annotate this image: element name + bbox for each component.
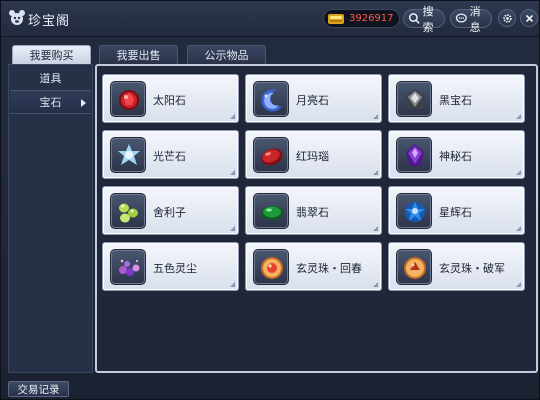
spirit-orb-breaker-icon bbox=[404, 257, 426, 279]
item-card-star-stone[interactable]: 星辉石 bbox=[388, 186, 525, 235]
item-name: 五色灵尘 bbox=[153, 262, 197, 275]
item-icon-frame bbox=[253, 137, 289, 173]
item-card-radiance-stone[interactable]: 光芒石 bbox=[102, 130, 239, 179]
sarira-icon bbox=[119, 203, 138, 223]
sidebar-item-label: 宝石 bbox=[39, 96, 62, 109]
item-name: 黑宝石 bbox=[439, 94, 472, 107]
item-icon-frame bbox=[396, 81, 432, 117]
item-icon-frame bbox=[110, 81, 146, 117]
corner-mark-icon bbox=[373, 170, 378, 175]
search-icon bbox=[408, 13, 420, 24]
corner-mark-icon bbox=[373, 226, 378, 231]
moon-stone-icon bbox=[261, 89, 282, 112]
item-grid-panel: 太阳石 月亮石 黑宝石 光芒石 红玛瑙 神秘石 舍利子 翡翠石 星辉石 五色灵尘… bbox=[95, 64, 538, 373]
sidebar-item-props[interactable]: 道具 bbox=[10, 66, 91, 90]
item-name: 星辉石 bbox=[439, 206, 472, 219]
window-title: 珍宝阁 bbox=[28, 14, 71, 29]
tab-sell[interactable]: 我要出售 bbox=[99, 45, 178, 64]
treasure-pavilion-window: 珍宝阁 3926917 搜索 消息 我要购买 我要出售 公示物品 道具 宝石 太… bbox=[0, 0, 540, 400]
item-icon-frame bbox=[110, 137, 146, 173]
tab-public-items[interactable]: 公示物品 bbox=[187, 45, 266, 64]
item-name: 玄灵珠・回春 bbox=[296, 262, 362, 275]
star-stone-icon bbox=[405, 202, 425, 222]
gear-icon bbox=[502, 13, 512, 23]
corner-mark-icon bbox=[516, 170, 521, 175]
item-icon-frame bbox=[253, 193, 289, 229]
five-color-dust-icon bbox=[119, 259, 140, 276]
item-card-sun-stone[interactable]: 太阳石 bbox=[102, 74, 239, 123]
search-button[interactable]: 搜索 bbox=[403, 5, 445, 34]
title-bar: 珍宝阁 3926917 搜索 消息 bbox=[1, 1, 539, 37]
corner-mark-icon bbox=[373, 114, 378, 119]
item-card-mystery-stone[interactable]: 神秘石 bbox=[388, 130, 525, 179]
item-icon-frame bbox=[396, 249, 432, 285]
close-icon bbox=[525, 14, 533, 22]
item-card-five-color-dust[interactable]: 五色灵尘 bbox=[102, 242, 239, 291]
corner-mark-icon bbox=[230, 282, 235, 287]
corner-mark-icon bbox=[230, 170, 235, 175]
tab-sell-label: 我要出售 bbox=[116, 49, 161, 62]
sun-stone-icon bbox=[119, 90, 139, 110]
corner-mark-icon bbox=[516, 282, 521, 287]
item-card-jade-stone[interactable]: 翡翠石 bbox=[245, 186, 382, 235]
jade-stone-icon bbox=[261, 206, 283, 220]
radiance-stone-icon bbox=[118, 144, 140, 165]
item-card-red-agate[interactable]: 红玛瑙 bbox=[245, 130, 382, 179]
tab-buy-label: 我要购买 bbox=[29, 49, 74, 62]
item-name: 神秘石 bbox=[439, 150, 472, 163]
item-card-moon-stone[interactable]: 月亮石 bbox=[245, 74, 382, 123]
chat-bubble-icon bbox=[455, 13, 467, 23]
item-name: 月亮石 bbox=[296, 94, 329, 107]
item-name: 红玛瑙 bbox=[296, 150, 329, 163]
mystery-stone-icon bbox=[406, 144, 424, 166]
item-name: 光芒石 bbox=[153, 150, 186, 163]
category-sidebar: 道具 宝石 bbox=[8, 64, 93, 373]
tab-public-items-label: 公示物品 bbox=[204, 49, 249, 62]
settings-button[interactable] bbox=[498, 9, 516, 27]
black-gem-icon bbox=[405, 89, 425, 109]
pavilion-logo-icon bbox=[9, 10, 25, 25]
item-name: 舍利子 bbox=[153, 206, 186, 219]
chevron-right-icon bbox=[81, 99, 86, 107]
gold-ingot-icon bbox=[328, 14, 344, 24]
item-icon-frame bbox=[253, 249, 289, 285]
corner-mark-icon bbox=[516, 114, 521, 119]
trade-history-label: 交易记录 bbox=[17, 383, 60, 396]
spirit-orb-rejuvenate-icon bbox=[261, 257, 283, 279]
item-icon-frame bbox=[110, 193, 146, 229]
item-card-black-gem[interactable]: 黑宝石 bbox=[388, 74, 525, 123]
item-name: 翡翠石 bbox=[296, 206, 329, 219]
item-card-spirit-orb-breaker[interactable]: 玄灵珠・破军 bbox=[388, 242, 525, 291]
item-icon-frame bbox=[396, 193, 432, 229]
corner-mark-icon bbox=[230, 114, 235, 119]
item-icon-frame bbox=[396, 137, 432, 173]
corner-mark-icon bbox=[516, 226, 521, 231]
item-name: 太阳石 bbox=[153, 94, 186, 107]
item-card-spirit-orb-rejuvenate[interactable]: 玄灵珠・回春 bbox=[245, 242, 382, 291]
trade-history-button[interactable]: 交易记录 bbox=[8, 381, 69, 397]
corner-mark-icon bbox=[230, 226, 235, 231]
sidebar-item-label: 道具 bbox=[39, 72, 62, 85]
message-button[interactable]: 消息 bbox=[450, 5, 492, 34]
item-icon-frame bbox=[110, 249, 146, 285]
red-agate-icon bbox=[261, 148, 283, 166]
corner-mark-icon bbox=[373, 282, 378, 287]
item-card-sarira[interactable]: 舍利子 bbox=[102, 186, 239, 235]
search-button-label: 搜索 bbox=[422, 4, 434, 34]
item-name: 玄灵珠・破军 bbox=[439, 262, 505, 275]
message-button-label: 消息 bbox=[469, 4, 481, 34]
tab-buy[interactable]: 我要购买 bbox=[12, 45, 91, 64]
currency-value: 3926917 bbox=[349, 13, 394, 24]
currency-display: 3926917 bbox=[323, 9, 400, 28]
sidebar-item-gems[interactable]: 宝石 bbox=[10, 90, 91, 114]
close-button[interactable] bbox=[520, 9, 538, 27]
item-icon-frame bbox=[253, 81, 289, 117]
item-grid: 太阳石 月亮石 黑宝石 光芒石 红玛瑙 神秘石 舍利子 翡翠石 星辉石 五色灵尘… bbox=[102, 74, 534, 364]
